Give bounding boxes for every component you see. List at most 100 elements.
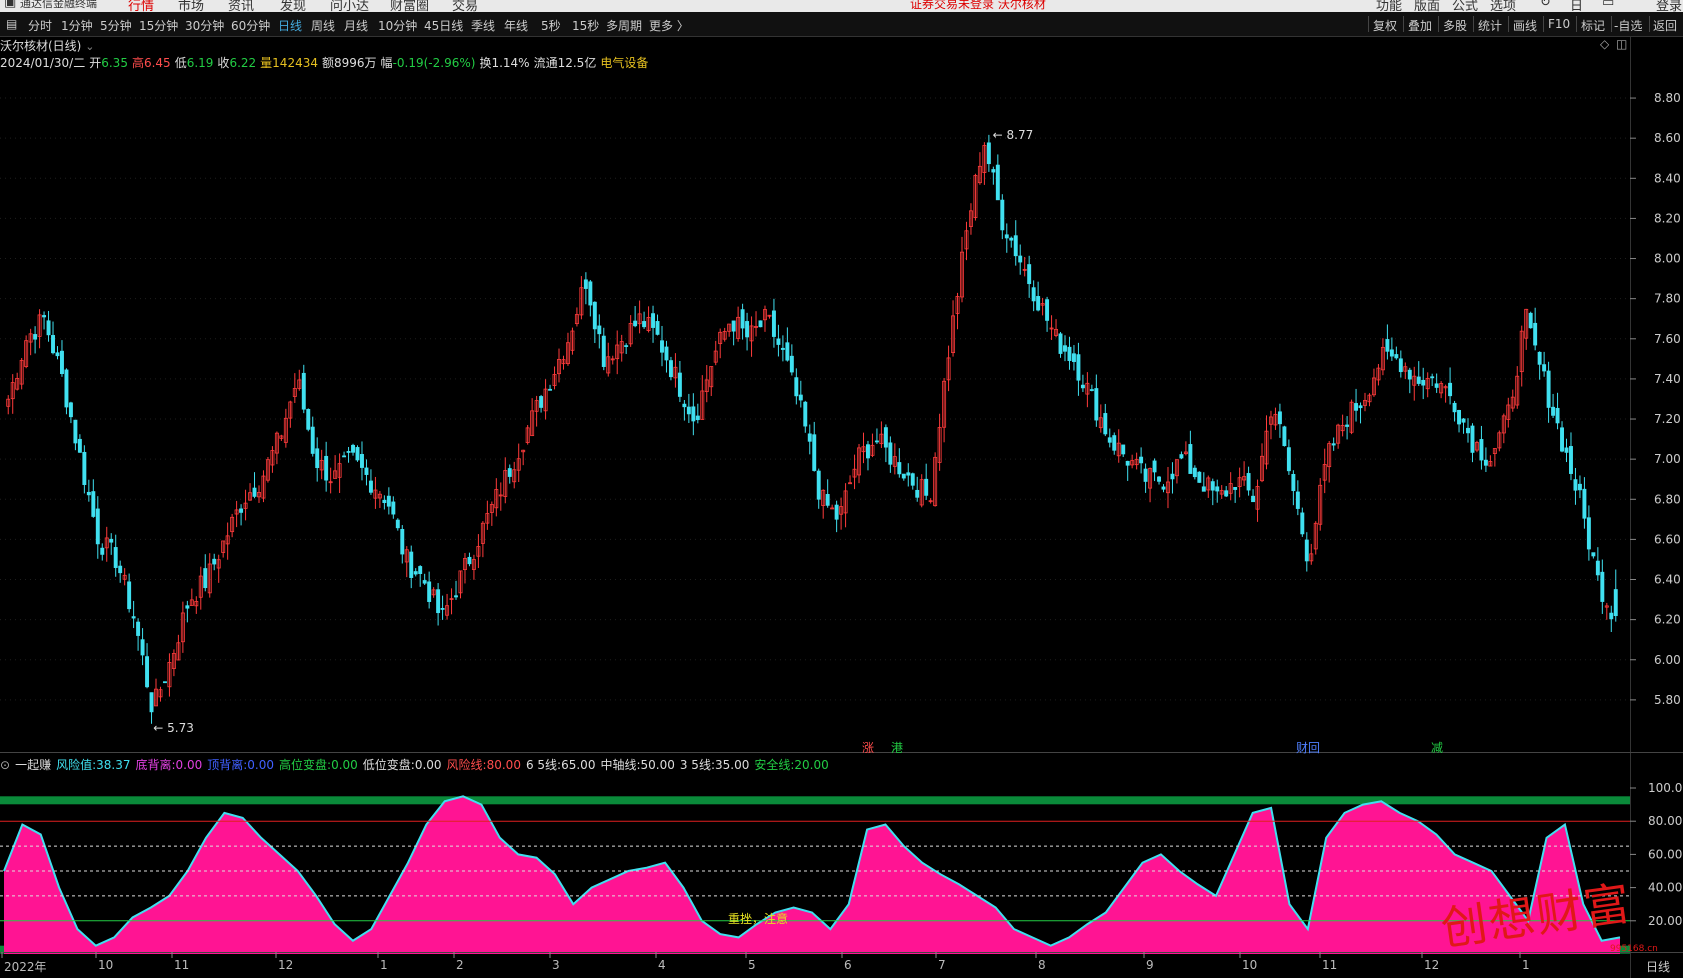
event-marker: 减 (1431, 741, 1443, 755)
candle-body (1600, 571, 1605, 602)
indicator-panel: 重挫，注意 (0, 795, 1630, 954)
price-tick-label: 7.80 (1654, 292, 1681, 306)
candle-body (382, 499, 387, 504)
candle-body (1103, 413, 1108, 435)
price-tick-label: 6.00 (1654, 653, 1681, 667)
candle-body (1555, 407, 1560, 424)
candle-body (60, 350, 64, 375)
candle-body (995, 164, 1000, 201)
candle-body (1295, 491, 1300, 509)
candle-body (400, 528, 405, 555)
period-label[interactable]: 日线 (1646, 958, 1670, 975)
axis-divider (1630, 36, 1631, 978)
candle-body (866, 444, 870, 459)
candle-body (1197, 471, 1202, 483)
candle-body (677, 372, 682, 397)
price-tick-label: 8.00 (1654, 252, 1681, 266)
time-axis-label: 10 (98, 958, 114, 972)
candle-body (664, 346, 669, 361)
candle-body (342, 455, 347, 458)
indicator-tick-label: 40.00 (1648, 881, 1682, 895)
watermark-url: 995168.cn (1610, 944, 1658, 954)
candle-body (1416, 376, 1421, 384)
candle-body (655, 321, 660, 335)
time-axis-label: 1 (380, 958, 388, 972)
candle-body (145, 656, 150, 688)
candle-body (1000, 199, 1005, 231)
candle-body (731, 320, 736, 332)
candle-body (1430, 376, 1435, 379)
chart-canvas[interactable]: ← 8.77 ← 5.73 涨 港 财回 减 8.80 8.60 8.40 8.20 8.00 7.… (0, 0, 1683, 978)
candle-body (1143, 468, 1148, 482)
candle-body (113, 547, 118, 568)
candle-body (395, 519, 400, 529)
candle-body (252, 487, 257, 497)
price-tick-label: 8.20 (1654, 211, 1681, 225)
price-tick-label: 7.60 (1654, 332, 1681, 346)
candle-body (1286, 447, 1291, 472)
candle-body (816, 470, 821, 500)
candle-body (798, 394, 803, 401)
candle-body (1224, 490, 1229, 497)
candle-body (1385, 339, 1390, 352)
candle-body (780, 347, 785, 350)
candle-body (368, 480, 373, 493)
candle-body (346, 451, 351, 453)
candle-body (310, 426, 315, 454)
candle-body (73, 419, 78, 444)
candle-body (136, 621, 141, 636)
candle-body (740, 309, 745, 329)
candle-body (771, 310, 776, 337)
candle-body (203, 568, 208, 589)
candle-body (33, 334, 38, 340)
time-axis-label: 9 (1146, 958, 1154, 972)
candle-body (436, 589, 441, 614)
candle-body (1233, 487, 1238, 490)
time-axis-label: 8 (1038, 958, 1046, 972)
price-tick-label: 6.60 (1654, 532, 1681, 546)
candle-body (100, 547, 105, 555)
candle-body (1045, 299, 1050, 321)
candle-body (1577, 483, 1582, 491)
candle-body (1569, 446, 1573, 474)
candle-body (1004, 234, 1009, 239)
candle-body (131, 616, 136, 619)
candle-body (1551, 406, 1556, 416)
risk-area (4, 796, 1620, 954)
candle-body (1031, 287, 1036, 302)
candle-body (1152, 460, 1157, 473)
candle-body (1013, 235, 1018, 257)
candle-body (1291, 474, 1296, 492)
candle-body (1246, 473, 1251, 491)
event-marker: 财回 (1296, 741, 1320, 755)
candle-body (1448, 382, 1453, 397)
candle-body (1080, 384, 1085, 389)
candle-body (1067, 346, 1072, 361)
candle-body (803, 401, 808, 427)
candle-body (991, 169, 996, 173)
candle-body (785, 342, 790, 361)
candle-body (1094, 388, 1099, 421)
candle-body (642, 321, 647, 328)
candle-body (1170, 473, 1175, 480)
time-axis-label: 11 (1322, 958, 1338, 972)
candle-body (1591, 552, 1596, 557)
time-axis-label: 3 (552, 958, 560, 972)
candle-body (1421, 379, 1426, 386)
candle-body (1466, 427, 1470, 434)
candle-body (1609, 612, 1614, 620)
price-tick-label: 7.20 (1654, 412, 1681, 426)
time-axis-label: 4 (658, 958, 666, 972)
candle-body (1461, 418, 1466, 423)
time-axis-label: 2 (456, 958, 464, 972)
candle-body (888, 442, 893, 465)
event-marker: 港 (891, 741, 903, 755)
candle-body (1076, 354, 1081, 381)
candle-body (1470, 425, 1475, 453)
candle-body (597, 325, 602, 335)
price-tick-label: 6.80 (1654, 492, 1681, 506)
candle-body (1595, 560, 1600, 576)
candle-body (1398, 358, 1403, 373)
candle-body (691, 406, 696, 422)
candle-body (1192, 467, 1197, 478)
